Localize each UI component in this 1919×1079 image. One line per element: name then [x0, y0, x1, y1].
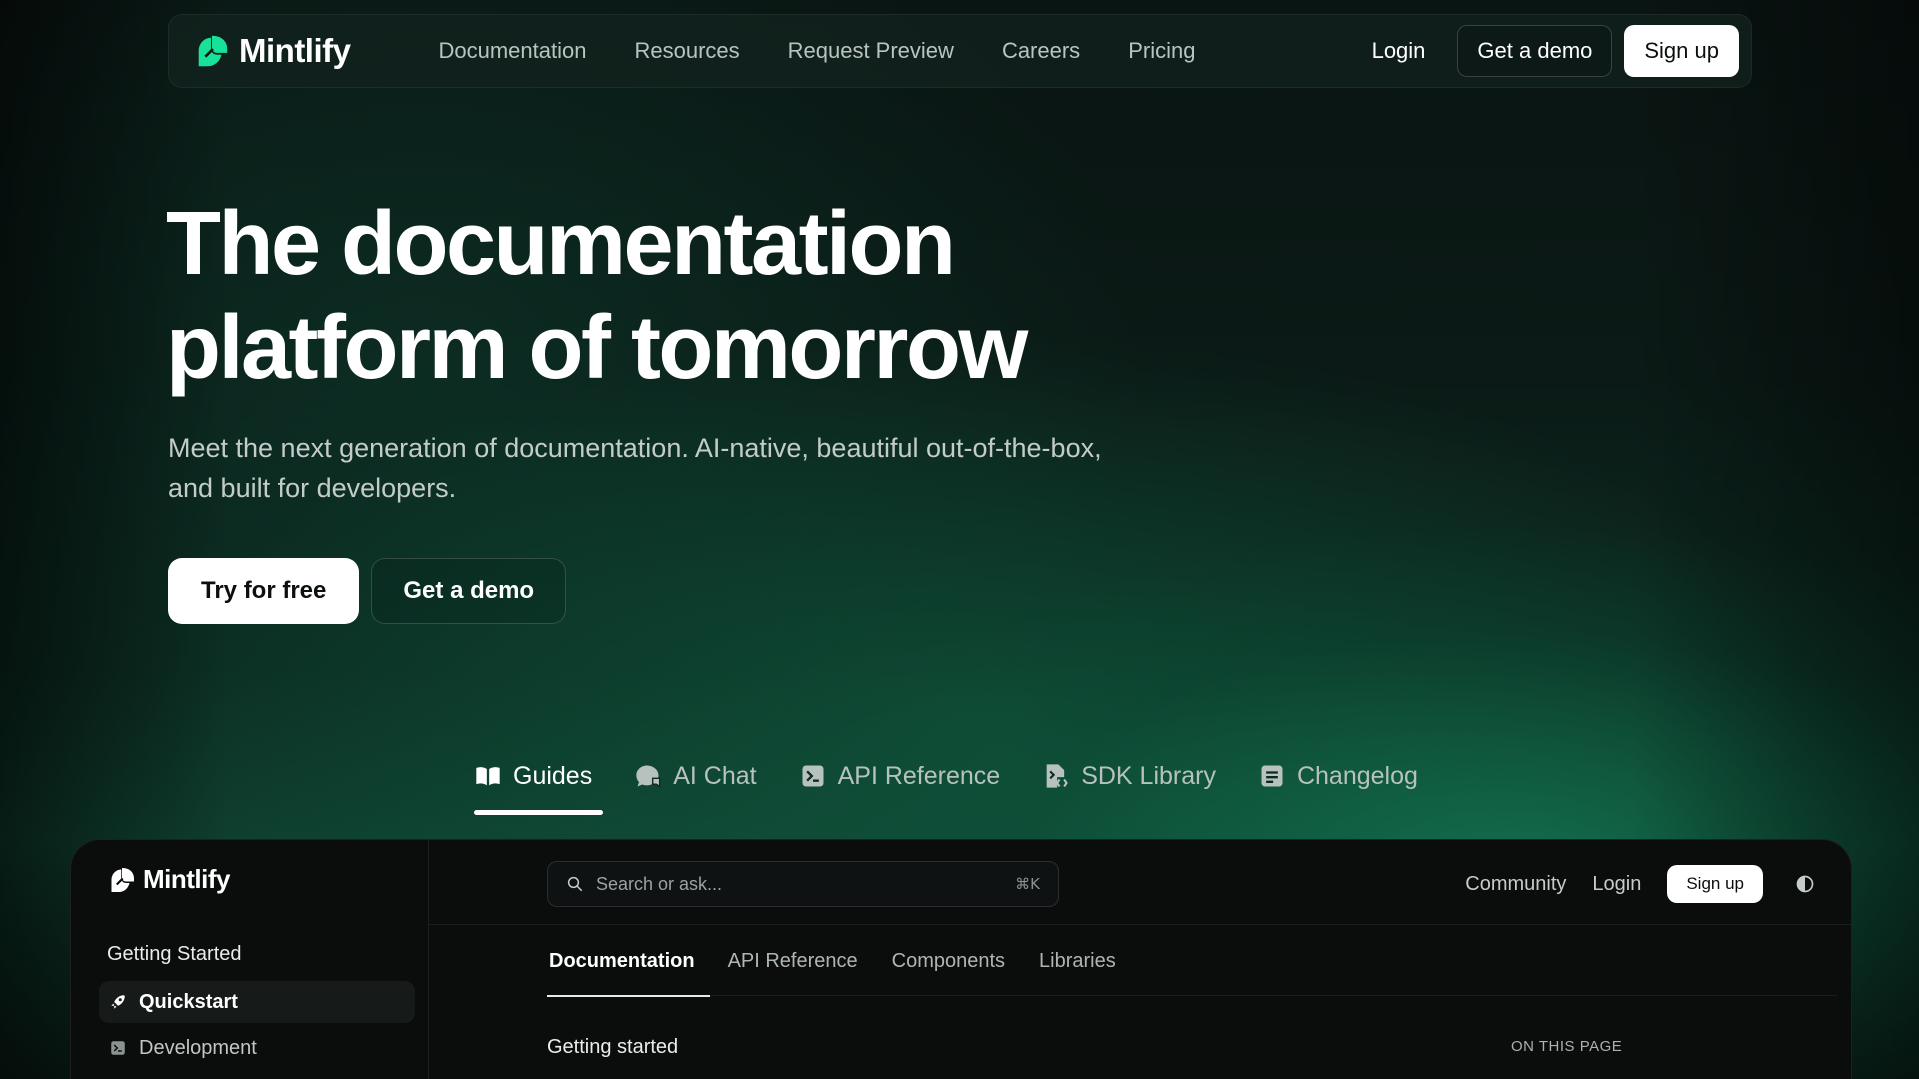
- sidebar-section-title: Getting Started: [107, 943, 242, 965]
- tab-documentation[interactable]: Documentation: [547, 926, 710, 997]
- mintlify-logo-icon: [198, 35, 228, 67]
- tab-label: SDK Library: [1081, 761, 1216, 790]
- nav-link-pricing[interactable]: Pricing: [1128, 38, 1195, 64]
- rocket-icon: [111, 995, 125, 1009]
- preview-login-link[interactable]: Login: [1592, 873, 1641, 896]
- sidebar-item-label: Quickstart: [139, 990, 238, 1013]
- login-link[interactable]: Login: [1352, 38, 1446, 64]
- book-icon: [476, 767, 500, 786]
- docs-preview-window: Mintlify Getting Started Quickstart Deve…: [70, 839, 1852, 1079]
- hero-title: The documentation platform of tomorrow: [166, 192, 1266, 400]
- product-tabs: Guides AI Chat API Reference SDK Library…: [474, 754, 1418, 798]
- sidebar-item-development[interactable]: Development: [99, 1027, 415, 1069]
- search-placeholder: Search or ask...: [596, 873, 723, 894]
- signup-button[interactable]: Sign up: [1624, 25, 1739, 77]
- tab-guides[interactable]: Guides: [474, 754, 592, 798]
- mintlify-logo-icon: [111, 867, 134, 892]
- get-demo-button[interactable]: Get a demo: [1457, 25, 1613, 77]
- search-shortcut: ⌘K: [1015, 875, 1040, 893]
- tab-api-reference-docs[interactable]: API Reference: [728, 926, 876, 996]
- nav-actions: Login Get a demo Sign up: [1352, 25, 1739, 77]
- tab-components[interactable]: Components: [892, 926, 1023, 996]
- preview-signup-button[interactable]: Sign up: [1667, 865, 1763, 903]
- tab-libraries[interactable]: Libraries: [1039, 926, 1134, 996]
- code-file-icon: [1046, 764, 1068, 788]
- tab-api-reference[interactable]: API Reference: [799, 754, 1001, 798]
- top-nav: Mintlify Documentation Resources Request…: [168, 14, 1752, 88]
- hero-title-line-2: platform of tomorrow: [166, 298, 1028, 398]
- on-this-page-label: ON THIS PAGE: [1511, 1038, 1623, 1055]
- tab-changelog[interactable]: Changelog: [1258, 754, 1418, 798]
- hero-subtitle: Meet the next generation of documentatio…: [168, 433, 1102, 503]
- nav-link-documentation[interactable]: Documentation: [438, 38, 586, 64]
- brand-name: Mintlify: [239, 32, 351, 69]
- tab-ai-chat[interactable]: AI Chat: [634, 754, 757, 798]
- content-heading: Getting started: [547, 1036, 679, 1058]
- hero-get-demo-button[interactable]: Get a demo: [371, 558, 567, 624]
- tab-label: Changelog: [1296, 761, 1418, 790]
- tab-sdk-library[interactable]: SDK Library: [1042, 754, 1216, 798]
- nav-links: Documentation Resources Request Preview …: [438, 38, 1195, 64]
- sidebar-item-quickstart[interactable]: Quickstart: [99, 981, 415, 1023]
- brand-logo[interactable]: Mintlify: [193, 32, 351, 70]
- preview-top-actions: Community Login Sign up: [1465, 861, 1815, 907]
- search-icon: [567, 876, 583, 892]
- sidebar-item-label: Development: [139, 1036, 257, 1059]
- terminal-icon: [111, 1041, 125, 1055]
- tab-label: AI Chat: [673, 761, 757, 790]
- hero-cta-group: Try for free Get a demo: [168, 558, 567, 624]
- theme-toggle-icon[interactable]: [1795, 874, 1815, 894]
- nav-link-request-preview[interactable]: Request Preview: [788, 38, 954, 64]
- tab-label: API Reference: [837, 761, 1001, 790]
- preview-sidebar: Mintlify Getting Started Quickstart Deve…: [71, 840, 429, 1079]
- search-input[interactable]: Search or ask... ⌘K: [547, 861, 1059, 907]
- preview-brand[interactable]: Mintlify: [107, 864, 231, 895]
- tab-label: Guides: [513, 761, 593, 790]
- chat-bubbles-icon: [636, 765, 661, 788]
- preview-tabs: Documentation API Reference Components L…: [547, 926, 1837, 997]
- community-link[interactable]: Community: [1465, 873, 1566, 896]
- list-document-icon: [1261, 765, 1283, 787]
- preview-topbar: Search or ask... ⌘K Community Login Sign…: [429, 840, 1851, 925]
- preview-brand-name: Mintlify: [143, 864, 231, 894]
- terminal-icon: [802, 765, 824, 787]
- nav-link-resources[interactable]: Resources: [634, 38, 739, 64]
- nav-link-careers[interactable]: Careers: [1002, 38, 1080, 64]
- hero-title-line-1: The documentation: [166, 194, 956, 294]
- try-for-free-button[interactable]: Try for free: [168, 558, 360, 624]
- active-tab-indicator: [474, 810, 603, 815]
